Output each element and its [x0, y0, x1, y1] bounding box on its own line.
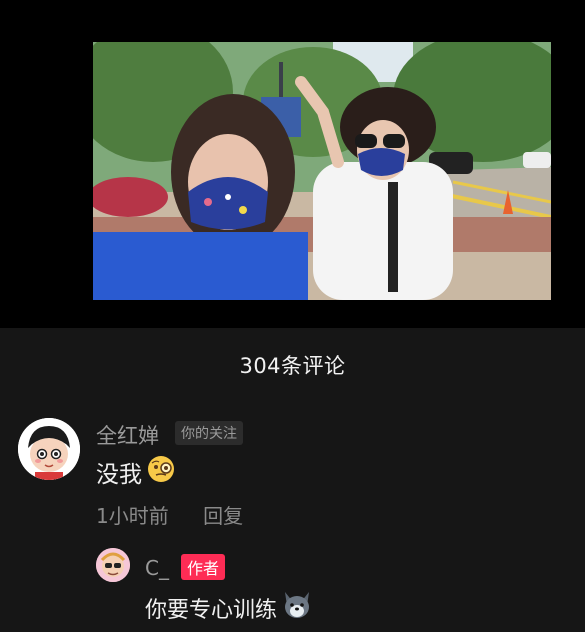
video-thumbnail-image [93, 42, 551, 300]
reply-author-name[interactable]: C_ [145, 556, 169, 580]
author-badge: 作者 [181, 554, 226, 580]
comment-body: 没我 [96, 462, 142, 488]
avatar[interactable] [18, 418, 80, 480]
reply-text: 你要专心训练 [145, 590, 313, 626]
wolf-face-emoji-icon [281, 590, 313, 626]
following-badge: 你的关注 [175, 421, 243, 445]
comment-text: 没我 [96, 454, 176, 490]
author-avatar-icon [96, 548, 130, 582]
reply-body: 你要专心训练 [145, 598, 278, 623]
video-player[interactable] [0, 0, 585, 328]
comment-meta: 1小时前 回复 [96, 500, 243, 529]
comments-sheet: 304条评论 全红婵 你的关注 没我 1小时前 回复 C_ 作者 你要专心训练 [0, 328, 585, 632]
reply-button[interactable]: 回复 [203, 504, 243, 528]
comment-count-title: 304条评论 [239, 354, 346, 378]
cartoon-avatar-icon [18, 418, 80, 480]
video-frame[interactable] [93, 42, 551, 300]
monocle-face-emoji-icon [146, 454, 176, 490]
comment-timestamp: 1小时前 [96, 504, 169, 528]
reply-avatar[interactable] [96, 548, 130, 582]
commenter-name[interactable]: 全红婵 [96, 420, 159, 450]
